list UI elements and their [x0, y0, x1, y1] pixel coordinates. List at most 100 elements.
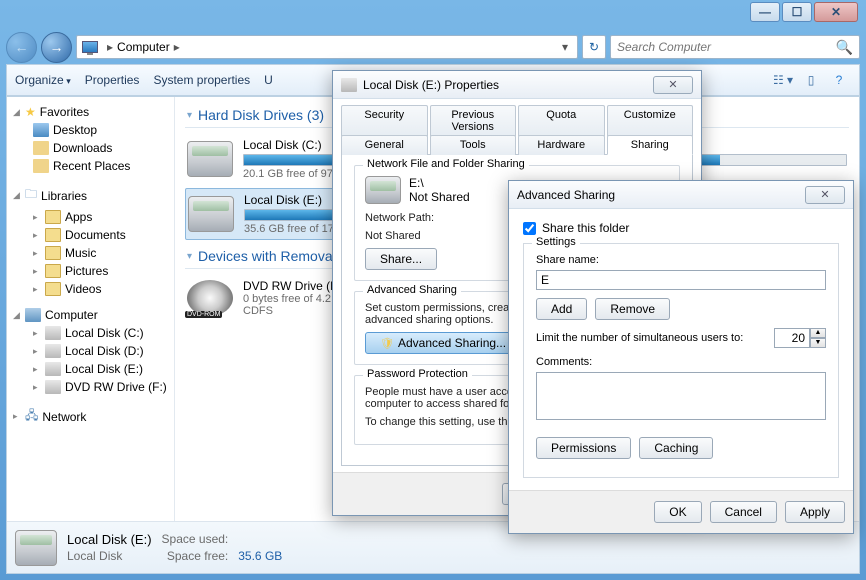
nfs-groupbox-title: Network File and Folder Sharing: [363, 158, 529, 170]
share-name-input[interactable]: [536, 270, 826, 290]
ok-button[interactable]: OK: [654, 501, 701, 523]
dialog-title: Advanced Sharing: [517, 188, 615, 202]
share-folder-checkbox-input[interactable]: [523, 222, 536, 235]
organize-menu[interactable]: Organize: [15, 73, 71, 87]
apply-button[interactable]: Apply: [785, 501, 845, 523]
add-button[interactable]: Add: [536, 298, 587, 320]
breadcrumb[interactable]: ▸ Computer ▸ ▾: [76, 35, 578, 59]
dialog-title: Local Disk (E:) Properties: [363, 78, 499, 92]
adv-groupbox-title: Advanced Sharing: [363, 284, 461, 296]
sidebar-computer[interactable]: ◢Computer: [7, 306, 174, 324]
dvd-icon: [187, 280, 233, 316]
sidebar-favorites[interactable]: ◢★Favorites: [7, 103, 174, 121]
share-state: Not Shared: [409, 190, 470, 204]
drive-icon: [15, 530, 57, 566]
share-folder-checkbox[interactable]: Share this folder: [523, 221, 839, 235]
search-box[interactable]: 🔍: [610, 35, 860, 59]
spin-up-icon[interactable]: ▲: [810, 328, 826, 338]
sidebar-item-documents[interactable]: ▸Documents: [7, 226, 174, 244]
toolbar-cutoff[interactable]: U: [264, 73, 273, 87]
sidebar-network[interactable]: ▸🖧Network: [7, 404, 174, 429]
sidebar-item-videos[interactable]: ▸Videos: [7, 280, 174, 298]
sidebar-item-drive-e[interactable]: ▸Local Disk (E:): [7, 360, 174, 378]
help-icon[interactable]: ?: [827, 69, 851, 91]
network-icon: 🖧: [25, 406, 38, 427]
sidebar-item-desktop[interactable]: Desktop: [7, 121, 174, 139]
drive-icon: [341, 78, 357, 92]
spin-down-icon[interactable]: ▼: [810, 338, 826, 348]
tab-sharing[interactable]: Sharing: [607, 135, 694, 155]
user-limit-input[interactable]: [774, 328, 810, 348]
sidebar: ◢★Favorites Desktop Downloads Recent Pla…: [7, 97, 175, 521]
space-free-label: Space free:: [162, 549, 229, 563]
libraries-icon: 🗀: [25, 185, 37, 206]
preview-pane-icon[interactable]: ▯: [799, 69, 823, 91]
share-button[interactable]: Share...: [365, 248, 437, 270]
caching-button[interactable]: Caching: [639, 437, 713, 459]
tab-quota[interactable]: Quota: [518, 105, 605, 136]
drive-icon: [45, 326, 61, 340]
sidebar-item-recent[interactable]: Recent Places: [7, 157, 174, 175]
cancel-button[interactable]: Cancel: [710, 501, 777, 523]
sidebar-item-dvd[interactable]: ▸DVD RW Drive (F:): [7, 378, 174, 396]
sidebar-item-downloads[interactable]: Downloads: [7, 139, 174, 157]
system-properties-button[interactable]: System properties: [153, 73, 250, 87]
tab-security[interactable]: Security: [341, 105, 428, 136]
drive-icon: [365, 176, 401, 204]
settings-group-title: Settings: [532, 236, 580, 248]
drive-icon: [45, 362, 61, 376]
dialog-close-button[interactable]: ✕: [653, 76, 693, 94]
dialog-close-button[interactable]: ✕: [805, 186, 845, 204]
tab-hardware[interactable]: Hardware: [518, 135, 605, 155]
refresh-button[interactable]: ↻: [582, 35, 606, 59]
close-button[interactable]: ✕: [814, 2, 858, 22]
nav-bar: ← → ▸ Computer ▸ ▾ ↻ 🔍: [6, 30, 860, 64]
pw-groupbox-title: Password Protection: [363, 368, 472, 380]
tab-general[interactable]: General: [341, 135, 428, 155]
folder-icon: [45, 228, 61, 242]
minimize-button[interactable]: —: [750, 2, 780, 22]
user-limit-spinner[interactable]: ▲ ▼: [774, 328, 826, 348]
tab-tools[interactable]: Tools: [430, 135, 517, 155]
drive-icon: [187, 141, 233, 177]
folder-icon: [45, 246, 61, 260]
permissions-button[interactable]: Permissions: [536, 437, 631, 459]
comments-input[interactable]: [536, 372, 826, 420]
breadcrumb-location[interactable]: Computer: [117, 40, 170, 54]
comments-label: Comments:: [536, 356, 826, 368]
recent-icon: [33, 159, 49, 173]
back-button[interactable]: ←: [6, 32, 37, 63]
sidebar-item-pictures[interactable]: ▸Pictures: [7, 262, 174, 280]
advanced-sharing-button[interactable]: Advanced Sharing...: [365, 332, 521, 354]
sidebar-item-music[interactable]: ▸Music: [7, 244, 174, 262]
sidebar-item-apps[interactable]: ▸Apps: [7, 208, 174, 226]
breadcrumb-dropdown-icon[interactable]: ▾: [557, 40, 573, 54]
forward-button[interactable]: →: [41, 32, 72, 63]
search-icon: 🔍: [836, 39, 853, 56]
tab-previous-versions[interactable]: Previous Versions: [430, 105, 517, 136]
computer-icon: [25, 308, 41, 322]
advanced-sharing-dialog: Advanced Sharing ✕ Share this folder Set…: [508, 180, 854, 534]
space-used-label: Space used:: [162, 532, 229, 547]
tab-customize[interactable]: Customize: [607, 105, 694, 136]
view-mode-icon[interactable]: ☷ ▾: [771, 69, 795, 91]
properties-button[interactable]: Properties: [85, 73, 140, 87]
folder-icon: [45, 282, 61, 296]
folder-icon: [45, 210, 61, 224]
sidebar-libraries[interactable]: ◢🗀Libraries: [7, 183, 174, 208]
sidebar-item-drive-c[interactable]: ▸Local Disk (C:): [7, 324, 174, 342]
drive-icon: [45, 344, 61, 358]
share-path: E:\: [409, 176, 470, 190]
details-title: Local Disk (E:): [67, 532, 152, 547]
dvd-icon: [45, 380, 61, 394]
details-type: Local Disk: [67, 549, 152, 563]
computer-icon: [81, 38, 99, 56]
maximize-button[interactable]: ☐: [782, 2, 812, 22]
sidebar-item-drive-d[interactable]: ▸Local Disk (D:): [7, 342, 174, 360]
search-input[interactable]: [617, 40, 836, 54]
share-name-label: Share name:: [536, 254, 826, 266]
downloads-icon: [33, 141, 49, 155]
remove-button[interactable]: Remove: [595, 298, 670, 320]
space-free-value: 35.6 GB: [238, 549, 282, 563]
star-icon: ★: [25, 105, 36, 119]
